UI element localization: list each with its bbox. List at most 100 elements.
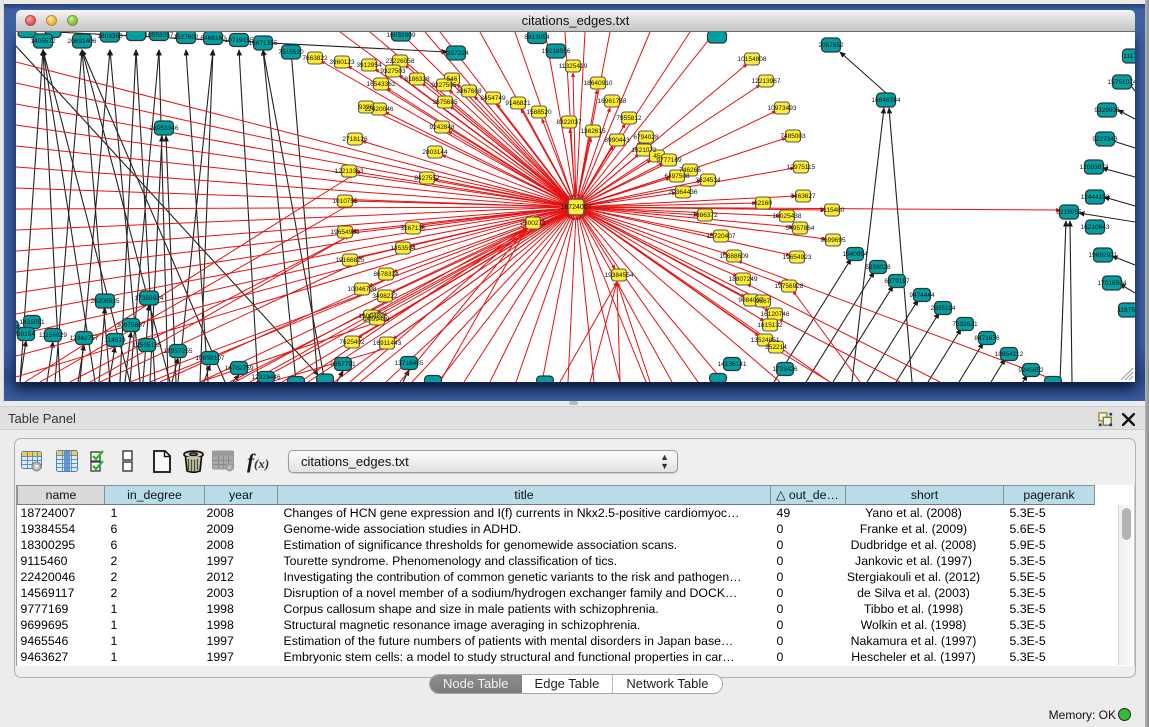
svg-text:3960123: 3960123 xyxy=(329,59,355,66)
svg-text:6879197: 6879197 xyxy=(884,278,910,285)
svg-text:11178: 11178 xyxy=(1123,53,1135,60)
svg-text:12975115: 12975115 xyxy=(787,164,816,171)
svg-text:15720407: 15720407 xyxy=(707,233,736,240)
svg-text:8186328: 8186328 xyxy=(404,76,430,83)
svg-text:11325419: 11325419 xyxy=(559,63,588,70)
svg-text:12342757: 12342757 xyxy=(70,335,99,342)
svg-text:62160: 62160 xyxy=(754,200,772,207)
svg-text:9327503: 9327503 xyxy=(380,68,406,75)
svg-text:2087652: 2087652 xyxy=(818,42,844,49)
svg-text:7515520: 7515520 xyxy=(278,49,304,56)
svg-text:1615132: 1615132 xyxy=(757,322,783,329)
svg-text:16120746: 16120746 xyxy=(761,311,790,318)
svg-text:1353594: 1353594 xyxy=(390,245,416,252)
svg-text:9242848: 9242848 xyxy=(429,124,455,131)
svg-text:16911443: 16911443 xyxy=(373,340,402,347)
svg-text:1733426: 1733426 xyxy=(772,366,798,373)
svg-text:20364436: 20364436 xyxy=(669,189,698,196)
svg-text:10025438: 10025438 xyxy=(773,213,802,220)
svg-text:26053346: 26053346 xyxy=(150,125,179,132)
svg-text:7632621: 7632621 xyxy=(952,321,978,328)
svg-text:7663822: 7663822 xyxy=(302,55,328,62)
svg-text:9115460: 9115460 xyxy=(820,207,845,214)
svg-text:114519: 114519 xyxy=(104,337,126,344)
svg-text:1640954: 1640954 xyxy=(842,251,868,258)
svg-text:39154: 39154 xyxy=(17,331,35,338)
svg-text:3875685: 3875685 xyxy=(432,99,458,106)
svg-text:6466160: 6466160 xyxy=(200,35,226,42)
svg-text:13524851: 13524851 xyxy=(751,337,780,344)
svg-text:9245652: 9245652 xyxy=(1018,367,1044,374)
svg-text:3624534: 3624534 xyxy=(695,177,721,184)
svg-text:8454749: 8454749 xyxy=(480,95,506,102)
svg-text:9146821: 9146821 xyxy=(505,100,531,107)
svg-text:9474444: 9474444 xyxy=(909,292,935,299)
svg-text:9463627: 9463627 xyxy=(790,193,816,200)
svg-text:1603360: 1603360 xyxy=(97,33,123,40)
svg-text:1010755: 1010755 xyxy=(332,198,358,205)
svg-text:2935114: 2935114 xyxy=(931,305,956,312)
svg-text:12213967: 12213967 xyxy=(752,78,781,85)
svg-text:2867608: 2867608 xyxy=(456,88,482,95)
svg-text:14136141: 14136141 xyxy=(718,361,747,368)
svg-text:252214: 252214 xyxy=(765,344,787,351)
svg-text:11156829: 11156829 xyxy=(39,332,67,339)
svg-text:9699695: 9699695 xyxy=(820,237,846,244)
svg-text:2718126: 2718126 xyxy=(342,136,368,143)
svg-text:7357224: 7357224 xyxy=(443,50,469,57)
svg-text:12444153: 12444153 xyxy=(1081,194,1110,201)
svg-text:8427552: 8427552 xyxy=(414,175,440,182)
svg-text:12213363: 12213363 xyxy=(335,168,364,175)
svg-text:10553257: 10553257 xyxy=(145,32,174,39)
svg-text:18640910: 18640910 xyxy=(584,80,613,87)
svg-text:17359924: 17359924 xyxy=(135,295,164,302)
svg-text:7955812: 7955812 xyxy=(616,115,642,122)
svg-text:17957255: 17957255 xyxy=(164,348,193,355)
svg-text:19756928: 19756928 xyxy=(775,283,804,290)
svg-text:10654112: 10654112 xyxy=(995,351,1024,358)
svg-text:15751074: 15751074 xyxy=(1108,79,1135,86)
svg-text:10688609: 10688609 xyxy=(720,253,749,260)
svg-text:12505135: 12505135 xyxy=(133,342,162,349)
svg-text:3267130: 3267130 xyxy=(400,225,426,232)
svg-text:6794028: 6794028 xyxy=(633,134,659,141)
svg-text:16648784: 16648784 xyxy=(872,97,901,104)
svg-text:16671355: 16671355 xyxy=(249,40,278,47)
svg-text:9327505: 9327505 xyxy=(431,82,457,89)
svg-text:9867: 9867 xyxy=(756,298,771,305)
svg-text:7625402: 7625402 xyxy=(339,339,365,346)
svg-text:30975867: 30975867 xyxy=(117,322,146,329)
svg-text:17016504: 17016504 xyxy=(1098,280,1127,287)
svg-text:7485003: 7485003 xyxy=(780,133,806,140)
svg-text:9857791: 9857791 xyxy=(330,361,356,368)
svg-text:8990443: 8990443 xyxy=(604,137,630,144)
svg-text:23226058: 23226058 xyxy=(386,58,415,65)
svg-text:9329906: 9329906 xyxy=(1094,107,1120,114)
svg-text:9396: 9396 xyxy=(359,104,374,111)
svg-text:6497508: 6497508 xyxy=(664,173,690,180)
svg-text:16961758: 16961758 xyxy=(598,98,627,105)
svg-text:1405572: 1405572 xyxy=(30,38,56,45)
svg-text:7986372: 7986372 xyxy=(692,212,718,219)
svg-text:10958107: 10958107 xyxy=(196,355,225,362)
svg-text:1435051: 1435051 xyxy=(19,319,45,326)
svg-text:8678334: 8678334 xyxy=(373,271,399,278)
svg-text:19654923: 19654923 xyxy=(783,254,812,261)
svg-text:8471676: 8471676 xyxy=(974,335,1000,342)
svg-text:19166825: 19166825 xyxy=(336,257,365,264)
svg-text:1527602: 1527602 xyxy=(173,34,199,41)
svg-text:16543362: 16543362 xyxy=(367,81,396,88)
svg-text:19654985: 19654985 xyxy=(331,229,360,236)
svg-text:9227343: 9227343 xyxy=(1092,136,1118,143)
svg-text:3498222: 3498222 xyxy=(372,293,398,300)
svg-text:3912954: 3912954 xyxy=(356,62,382,69)
svg-text:2803144: 2803144 xyxy=(422,149,448,156)
svg-text:9099489: 9099489 xyxy=(364,316,390,323)
svg-text:20691406: 20691406 xyxy=(68,38,97,45)
svg-text:10154808: 10154808 xyxy=(738,56,767,63)
svg-text:5938928: 5938928 xyxy=(865,264,891,271)
svg-text:18807249: 18807249 xyxy=(729,276,758,283)
svg-text:12323446: 12323446 xyxy=(252,374,281,381)
svg-text:13716485: 13716485 xyxy=(395,360,424,367)
svg-text:2300273: 2300273 xyxy=(520,220,546,227)
